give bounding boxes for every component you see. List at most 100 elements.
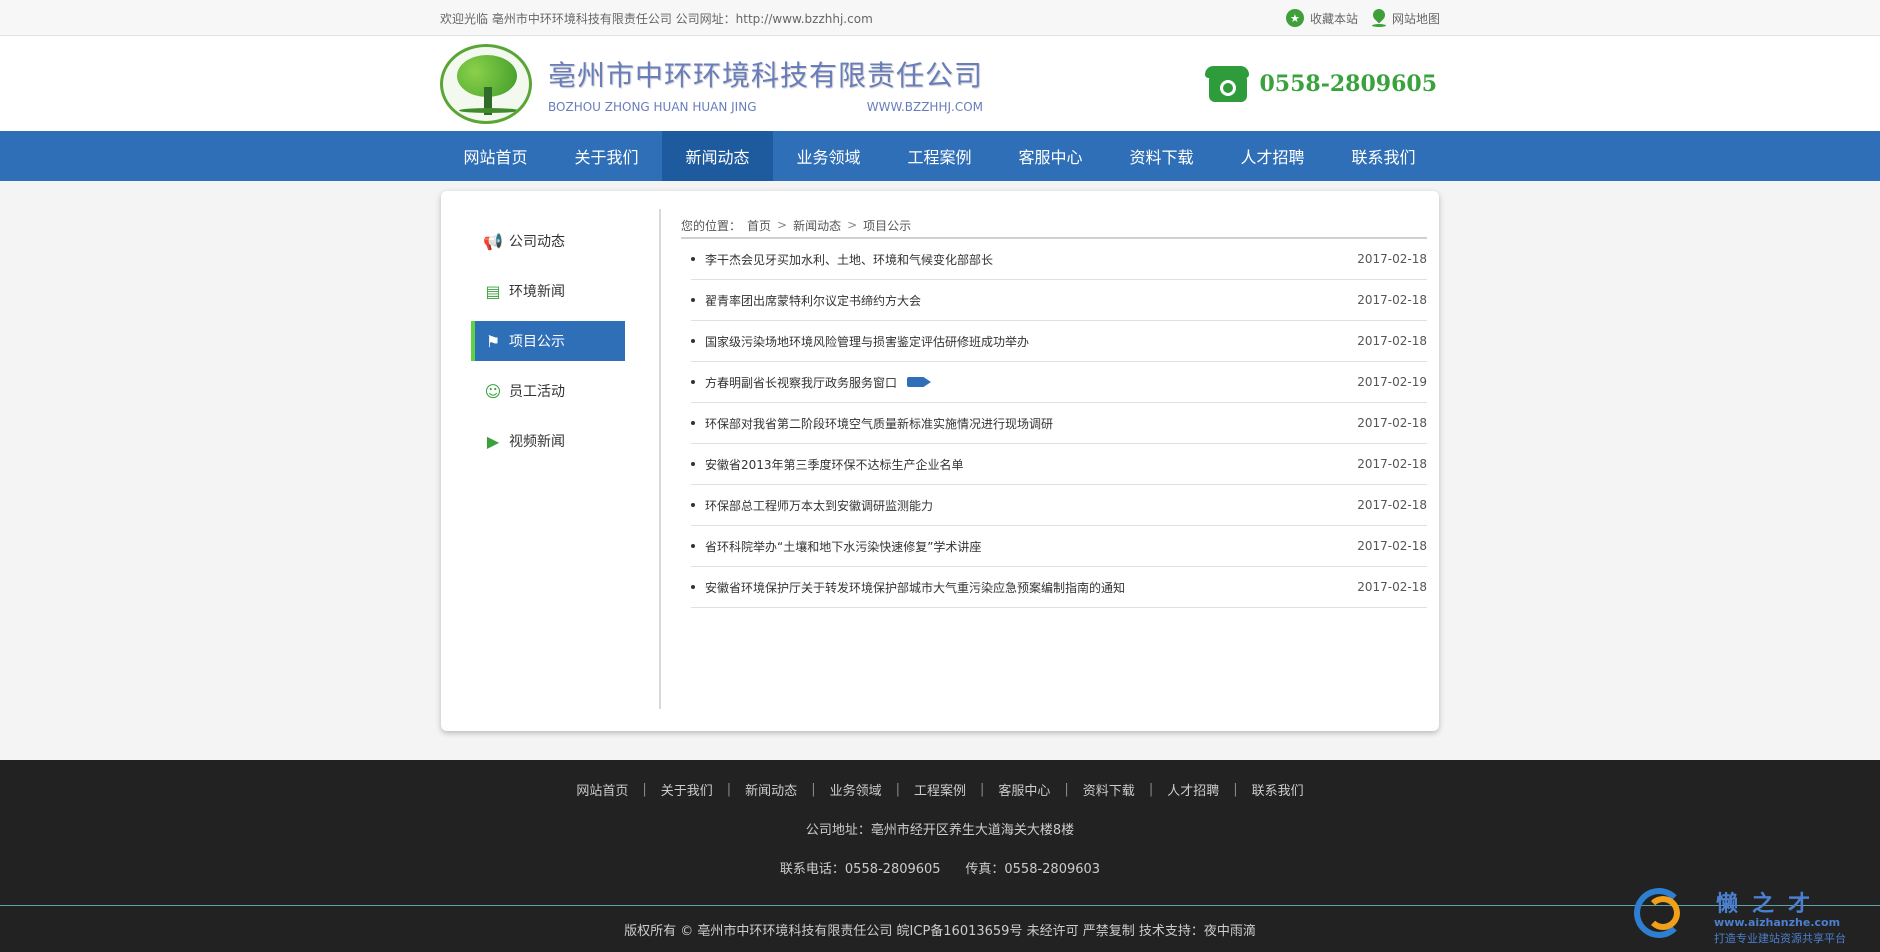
news-title[interactable]: 省环科院举办“土壤和地下水污染快速修复”学术讲座 [691, 538, 981, 555]
star-icon: ★ [1285, 9, 1304, 27]
location-pin-icon [1371, 9, 1386, 27]
footer-link-downloads[interactable]: 资料下载 [1069, 780, 1149, 799]
sidebar-item-label: 项目公示 [509, 334, 565, 350]
list-item[interactable]: 安徽省环境保护厅关于转发环境保护部城市大气重污染应急预案编制指南的通知 2017-… [691, 567, 1427, 608]
news-date: 2017-02-18 [1357, 334, 1427, 348]
nav-item-home[interactable]: 网站首页 [440, 131, 551, 181]
sidebar-item-label: 视频新闻 [509, 434, 565, 450]
company-name: 亳州市中环环境科技有限责任公司 [548, 58, 984, 92]
list-item[interactable]: 方春明副省长视察我厅政务服务窗口 2017-02-19 [691, 362, 1427, 403]
news-title[interactable]: 安徽省2013年第三季度环保不达标生产企业名单 [691, 456, 964, 473]
tree-logo-icon [440, 43, 532, 124]
sidebar-item-company-news[interactable]: 📢 公司动态 [471, 221, 625, 261]
sidebar-item-label: 环境新闻 [509, 284, 565, 300]
list-item[interactable]: 环保部对我省第二阶段环境空气质量新标准实施情况进行现场调研 2017-02-18 [691, 403, 1427, 444]
nav-item-service[interactable]: 客服中心 [995, 131, 1106, 181]
sidebar-item-video-news[interactable]: ▶ 视频新闻 [471, 421, 625, 461]
breadcrumb: 您的位置： 首页 > 新闻动态 > 项目公示 [681, 213, 1427, 239]
footer-fax: 传真：0558-2809603 [965, 862, 1101, 877]
people-icon: ☺ [484, 381, 502, 401]
news-date: 2017-02-18 [1357, 539, 1427, 553]
list-item[interactable]: 安徽省2013年第三季度环保不达标生产企业名单 2017-02-18 [691, 444, 1427, 485]
sidebar-item-project-notice[interactable]: ⚑ 项目公示 [471, 321, 625, 361]
sidebar-divider [659, 209, 661, 709]
nav-item-about[interactable]: 关于我们 [551, 131, 662, 181]
footer-links: 网站首页 | 关于我们 | 新闻动态 | 业务领域 | 工程案例 | 客服中心 | 资料下载… [0, 780, 1880, 799]
news-title[interactable]: 翟青率团出席蒙特利尔议定书缔约方大会 [691, 292, 921, 309]
footer-contact-row: 联系电话：0558-2809605 传真：0558-2809603 [0, 858, 1880, 877]
top-bar: 欢迎光临 亳州市中环环境科技有限责任公司 公司网址：http://www.bzz… [0, 0, 1880, 36]
news-list: 李干杰会见牙买加水利、土地、环境和气候变化部部长 2017-02-18 翟青率团出… [691, 239, 1427, 608]
breadcrumb-separator: > [847, 218, 858, 232]
footer-divider [0, 905, 1880, 906]
site-header: 亳州市中环环境科技有限责任公司 BOZHOU ZHONG HUAN HUAN J… [0, 36, 1880, 131]
footer-link-jobs[interactable]: 人才招聘 [1153, 780, 1233, 799]
brand[interactable]: 亳州市中环环境科技有限责任公司 BOZHOU ZHONG HUAN HUAN J… [440, 43, 984, 124]
news-title[interactable]: 环保部总工程师万本太到安徽调研监测能力 [691, 497, 933, 514]
nav-item-downloads[interactable]: 资料下载 [1106, 131, 1217, 181]
site-footer: 网站首页 | 关于我们 | 新闻动态 | 业务领域 | 工程案例 | 客服中心 | 资料下载… [0, 760, 1880, 952]
news-content: 您的位置： 首页 > 新闻动态 > 项目公示 李干杰会见牙买加水利、土地、环境和… [681, 213, 1427, 608]
news-title[interactable]: 方春明副省长视察我厅政务服务窗口 [705, 374, 897, 391]
nav-item-contact[interactable]: 联系我们 [1328, 131, 1439, 181]
footer-link-business[interactable]: 业务领域 [816, 780, 896, 799]
breadcrumb-current[interactable]: 项目公示 [863, 217, 911, 234]
watermark-logo-icon [1628, 882, 1698, 944]
watermark-title: 懒之才 [1716, 891, 1825, 917]
footer-link-service[interactable]: 客服中心 [984, 780, 1064, 799]
list-item[interactable]: 国家级污染场地环境风险管理与损害鉴定评估研修班成功举办 2017-02-18 [691, 321, 1427, 362]
footer-address: 公司地址：亳州市经开区养生大道海关大楼8楼 [805, 823, 1075, 838]
sitemap-link[interactable]: 网站地图 [1371, 9, 1440, 27]
news-title[interactable]: 环保部对我省第二阶段环境空气质量新标准实施情况进行现场调研 [691, 415, 1053, 432]
favorite-label: 收藏本站 [1309, 11, 1358, 26]
footer-link-news[interactable]: 新闻动态 [731, 780, 811, 799]
site-watermark: 懒之才 www.aizhanzhe.com 打造专业建站资源共享平台 [1628, 878, 1866, 948]
news-date: 2017-02-18 [1357, 252, 1427, 266]
news-date: 2017-02-18 [1357, 293, 1427, 307]
footer-link-about[interactable]: 关于我们 [647, 780, 727, 799]
breadcrumb-home[interactable]: 首页 [747, 217, 771, 234]
newspaper-icon: ▤ [485, 281, 501, 301]
news-title[interactable]: 安徽省环境保护厅关于转发环境保护部城市大气重污染应急预案编制指南的通知 [691, 579, 1125, 596]
footer-link-contact[interactable]: 联系我们 [1238, 780, 1318, 799]
list-item[interactable]: 环保部总工程师万本太到安徽调研监测能力 2017-02-18 [691, 485, 1427, 526]
main-nav: 网站首页 关于我们 新闻动态 业务领域 工程案例 客服中心 资料下载 人才招聘 … [0, 131, 1880, 181]
list-item[interactable]: 李干杰会见牙买加水利、土地、环境和气候变化部部长 2017-02-18 [691, 239, 1427, 280]
news-date: 2017-02-19 [1357, 375, 1427, 389]
list-item[interactable]: 省环科院举办“土壤和地下水污染快速修复”学术讲座 2017-02-18 [691, 526, 1427, 567]
nav-item-jobs[interactable]: 人才招聘 [1217, 131, 1328, 181]
nav-item-news[interactable]: 新闻动态 [662, 131, 773, 181]
list-item[interactable]: 翟青率团出席蒙特利尔议定书缔约方大会 2017-02-18 [691, 280, 1427, 321]
hotline-number: 0558-2809605 [1259, 70, 1437, 97]
company-english-name: BOZHOU ZHONG HUAN HUAN JING [548, 99, 757, 114]
news-date: 2017-02-18 [1357, 416, 1427, 430]
footer-link-home[interactable]: 网站首页 [562, 780, 642, 799]
watermark-url: www.aizhanzhe.com [1714, 916, 1841, 929]
welcome-text: 欢迎光临 亳州市中环环境科技有限责任公司 公司网址：http://www.bzz… [440, 11, 873, 26]
video-icon: ▶ [486, 431, 500, 451]
nav-item-business[interactable]: 业务领域 [773, 131, 884, 181]
breadcrumb-news[interactable]: 新闻动态 [793, 217, 841, 234]
sidebar: 📢 公司动态 ▤ 环境新闻 ⚑ 项目公示 ☺ 员工活动 ▶ 视频新闻 [471, 221, 625, 471]
project-icon: ⚑ [485, 331, 501, 351]
breadcrumb-prefix: 您的位置： [681, 218, 742, 233]
news-title[interactable]: 李干杰会见牙买加水利、土地、环境和气候变化部部长 [691, 251, 993, 268]
megaphone-icon: 📢 [483, 231, 503, 251]
sidebar-item-label: 员工活动 [509, 384, 565, 400]
video-camera-icon [907, 377, 932, 387]
breadcrumb-separator: > [777, 218, 788, 232]
news-date: 2017-02-18 [1357, 580, 1427, 594]
news-title[interactable]: 国家级污染场地环境风险管理与损害鉴定评估研修班成功举办 [691, 333, 1029, 350]
watermark-slogan: 打造专业建站资源共享平台 [1714, 932, 1846, 945]
sitemap-label: 网站地图 [1391, 11, 1440, 26]
telephone-icon [1205, 64, 1250, 104]
content-panel: 📢 公司动态 ▤ 环境新闻 ⚑ 项目公示 ☺ 员工活动 ▶ 视频新闻 您的位置：… [441, 191, 1439, 731]
sidebar-item-environment-news[interactable]: ▤ 环境新闻 [471, 271, 625, 311]
news-date: 2017-02-18 [1357, 457, 1427, 471]
nav-item-cases[interactable]: 工程案例 [884, 131, 995, 181]
footer-link-cases[interactable]: 工程案例 [900, 780, 980, 799]
copyright: 版权所有 © 亳州市中环环境科技有限责任公司 皖ICP备16013659号 未经… [624, 924, 1256, 939]
sidebar-item-staff-activities[interactable]: ☺ 员工活动 [471, 371, 625, 411]
favorite-link[interactable]: ★ 收藏本站 [1285, 9, 1358, 27]
footer-phone: 联系电话：0558-2809605 [779, 862, 941, 877]
